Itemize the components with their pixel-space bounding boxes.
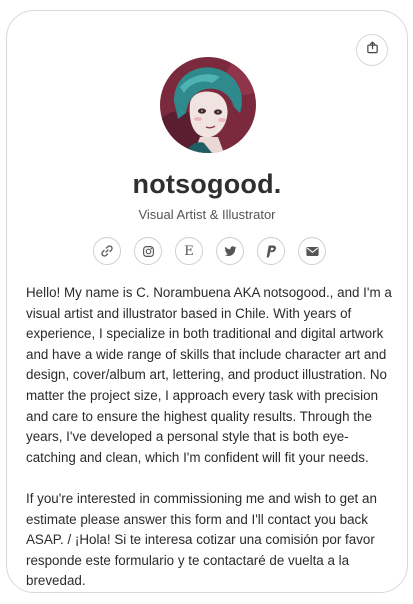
etsy-button[interactable]: E	[175, 237, 203, 265]
profile-subtitle: Visual Artist & Illustrator	[138, 207, 276, 222]
email-icon	[305, 246, 319, 257]
profile-card: notsogood. Visual Artist & Illustrator E…	[6, 10, 408, 593]
paypal-button[interactable]	[257, 237, 285, 265]
bio-paragraph: Hello! My name is C. Norambuena AKA nots…	[26, 285, 392, 465]
instagram-button[interactable]	[134, 237, 162, 265]
etsy-icon: E	[184, 243, 194, 259]
bio: Hello! My name is C. Norambuena AKA nots…	[26, 283, 392, 592]
twitter-button[interactable]	[216, 237, 244, 265]
social-links: E	[93, 237, 326, 265]
twitter-icon	[224, 245, 237, 258]
instagram-icon	[142, 245, 155, 258]
email-button[interactable]	[298, 237, 326, 265]
share-button[interactable]	[356, 34, 388, 66]
avatar	[160, 57, 256, 153]
share-icon	[366, 41, 379, 59]
paypal-icon	[265, 245, 277, 258]
link-button[interactable]	[93, 237, 121, 265]
bio-paragraph: If you're interested in commissioning me…	[26, 490, 377, 589]
link-icon	[100, 244, 114, 258]
profile-name: notsogood.	[132, 169, 282, 199]
